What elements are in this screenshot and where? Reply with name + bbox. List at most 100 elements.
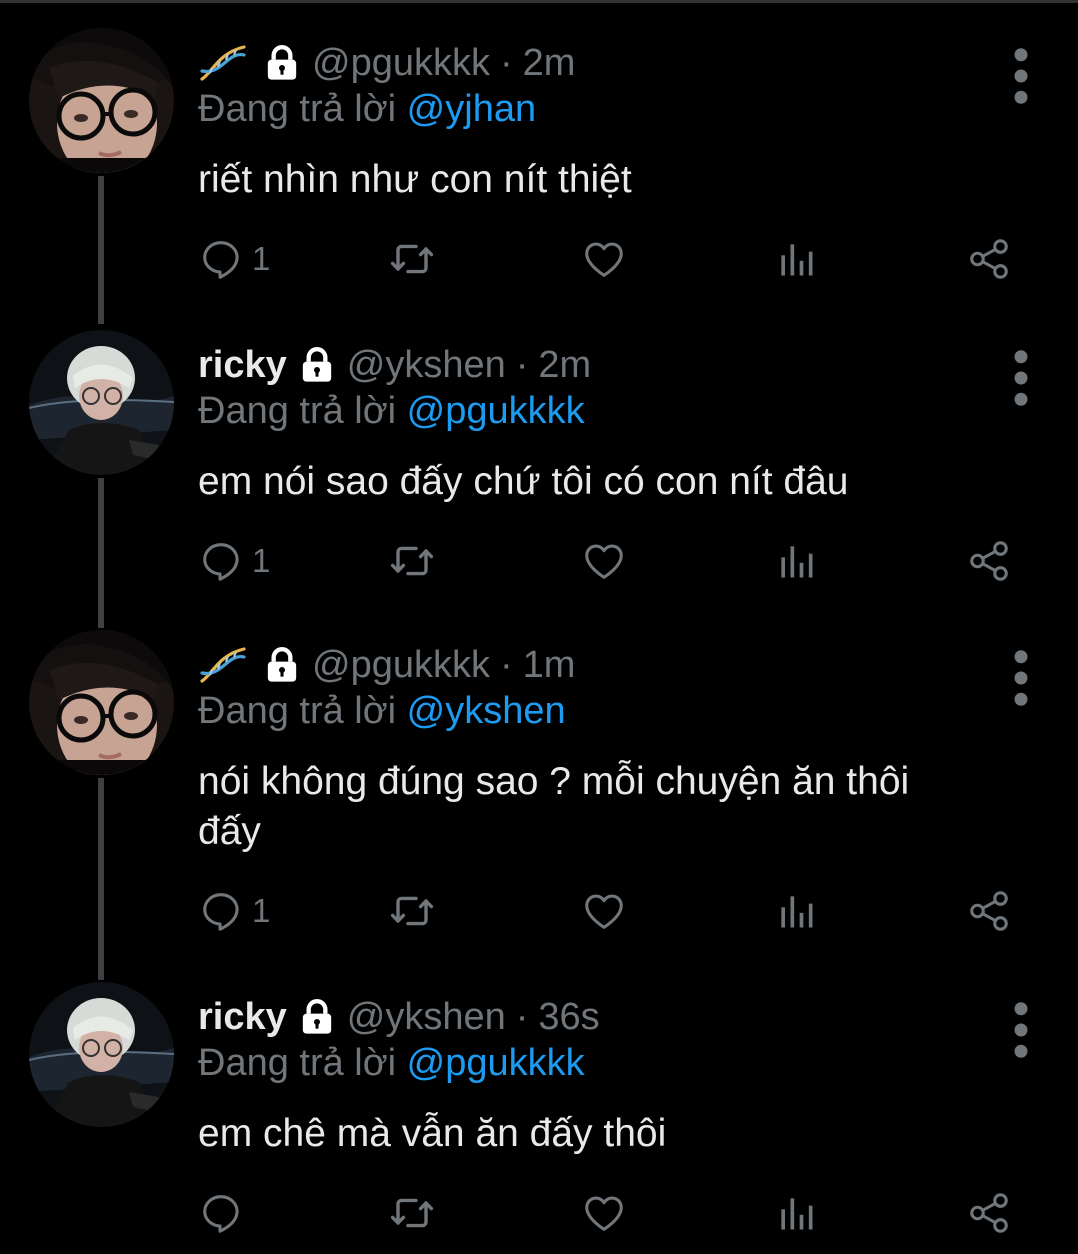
- top-divider: [0, 0, 1078, 3]
- like-icon: [581, 888, 627, 934]
- views-icon: [774, 1191, 818, 1235]
- like-icon: [581, 538, 627, 584]
- lock-icon: [297, 997, 337, 1037]
- more-icon: [1008, 1000, 1034, 1060]
- replying-prefix: Đang trả lời: [198, 390, 397, 432]
- timestamp[interactable]: 2m: [538, 344, 591, 387]
- views-button[interactable]: [774, 1188, 818, 1238]
- share-icon: [966, 1190, 1012, 1236]
- mention-link[interactable]: @pgukkkk: [407, 390, 585, 432]
- more-options-button[interactable]: [1008, 1000, 1034, 1060]
- user-handle[interactable]: @pgukkkk: [312, 644, 490, 687]
- lock-icon: [297, 345, 337, 385]
- more-options-button[interactable]: [1008, 348, 1034, 408]
- more-options-button[interactable]: [1008, 648, 1034, 708]
- retweet-button[interactable]: [388, 536, 436, 586]
- reply-icon: [198, 1190, 244, 1236]
- timestamp[interactable]: 2m: [523, 42, 576, 85]
- views-button[interactable]: [774, 234, 818, 284]
- tweet-text: nói không đúng sao ? mỗi chuyện ăn thôi …: [198, 757, 1018, 857]
- retweet-button[interactable]: [388, 1188, 436, 1238]
- reply-count: 1: [252, 542, 271, 579]
- views-icon: [774, 237, 818, 281]
- mention-link[interactable]: @pgukkkk: [407, 1042, 585, 1084]
- display-name[interactable]: ricky: [198, 344, 287, 387]
- avatar[interactable]: [29, 982, 174, 1127]
- tweet-header: @pgukkkk · 1m: [198, 640, 575, 690]
- like-icon: [581, 236, 627, 282]
- replying-to: Đang trả lời @yjhan: [198, 88, 536, 131]
- share-icon: [966, 888, 1012, 934]
- like-button[interactable]: [581, 536, 627, 586]
- action-bar: 1: [0, 536, 1078, 586]
- dna-emoji-icon: [198, 645, 248, 685]
- replying-to: Đang trả lời @ykshen: [198, 690, 566, 733]
- replying-prefix: Đang trả lời: [198, 690, 397, 732]
- tweet-text: riết nhìn như con nít thiệt: [198, 158, 632, 201]
- conversation-thread: @pgukkkk · 2m Đang trả lời @yjhan riết n…: [0, 0, 1078, 1254]
- lock-icon: [262, 43, 302, 83]
- separator: ·: [499, 643, 513, 686]
- mention-link[interactable]: @ykshen: [407, 690, 566, 732]
- share-button[interactable]: [966, 1188, 1012, 1238]
- mention-link[interactable]: @yjhan: [407, 88, 536, 130]
- separator: ·: [515, 995, 529, 1038]
- retweet-icon: [388, 235, 436, 283]
- thread-line: [98, 778, 104, 980]
- user-handle[interactable]: @pgukkkk: [312, 42, 490, 85]
- replying-prefix: Đang trả lời: [198, 1042, 397, 1084]
- views-button[interactable]: [774, 536, 818, 586]
- separator: ·: [515, 343, 529, 386]
- retweet-icon: [388, 887, 436, 935]
- reply-icon: [198, 888, 244, 934]
- views-button[interactable]: [774, 886, 818, 936]
- like-button[interactable]: [581, 1188, 627, 1238]
- like-button[interactable]: [581, 886, 627, 936]
- replying-prefix: Đang trả lời: [198, 88, 397, 130]
- reply-button[interactable]: [198, 1188, 252, 1238]
- tweet-header: ricky @ykshen · 2m: [198, 340, 591, 390]
- share-button[interactable]: [966, 536, 1012, 586]
- tweet-text-line: nói không đúng sao ? mỗi chuyện ăn thôi: [198, 760, 910, 803]
- share-icon: [966, 538, 1012, 584]
- user-handle[interactable]: @ykshen: [347, 344, 506, 387]
- retweet-button[interactable]: [388, 234, 436, 284]
- timestamp[interactable]: 36s: [538, 996, 599, 1039]
- avatar[interactable]: [29, 28, 174, 173]
- retweet-button[interactable]: [388, 886, 436, 936]
- more-options-button[interactable]: [1008, 46, 1034, 106]
- reply-icon: [198, 236, 244, 282]
- avatar[interactable]: [29, 630, 174, 775]
- timestamp[interactable]: 1m: [523, 644, 576, 687]
- reply-button[interactable]: 1: [198, 536, 270, 586]
- display-name[interactable]: ricky: [198, 996, 287, 1039]
- like-icon: [581, 1190, 627, 1236]
- reply-button[interactable]: 1: [198, 886, 270, 936]
- lock-icon: [262, 645, 302, 685]
- reply-icon: [198, 538, 244, 584]
- tweet-text: em nói sao đấy chứ tôi có con nít đâu: [198, 460, 849, 503]
- action-bar: 1: [0, 886, 1078, 936]
- more-icon: [1008, 648, 1034, 708]
- more-icon: [1008, 348, 1034, 408]
- tweet-header: @pgukkkk · 2m: [198, 38, 575, 88]
- more-icon: [1008, 46, 1034, 106]
- reply-button[interactable]: 1: [198, 234, 270, 284]
- share-button[interactable]: [966, 234, 1012, 284]
- tweet-text: em chê mà vẫn ăn đấy thôi: [198, 1112, 667, 1155]
- reply-count: 1: [252, 240, 271, 277]
- replying-to: Đang trả lời @pgukkkk: [198, 1042, 585, 1085]
- tweet-text-line: đấy: [198, 810, 261, 853]
- user-handle[interactable]: @ykshen: [347, 996, 506, 1039]
- avatar[interactable]: [29, 330, 174, 475]
- separator: ·: [499, 41, 513, 84]
- like-button[interactable]: [581, 234, 627, 284]
- share-button[interactable]: [966, 886, 1012, 936]
- views-icon: [774, 539, 818, 583]
- tweet-header: ricky @ykshen · 36s: [198, 992, 600, 1042]
- share-icon: [966, 236, 1012, 282]
- action-bar: [0, 1188, 1078, 1238]
- reply-count: 1: [252, 892, 271, 929]
- dna-emoji-icon: [198, 43, 248, 83]
- replying-to: Đang trả lời @pgukkkk: [198, 390, 585, 433]
